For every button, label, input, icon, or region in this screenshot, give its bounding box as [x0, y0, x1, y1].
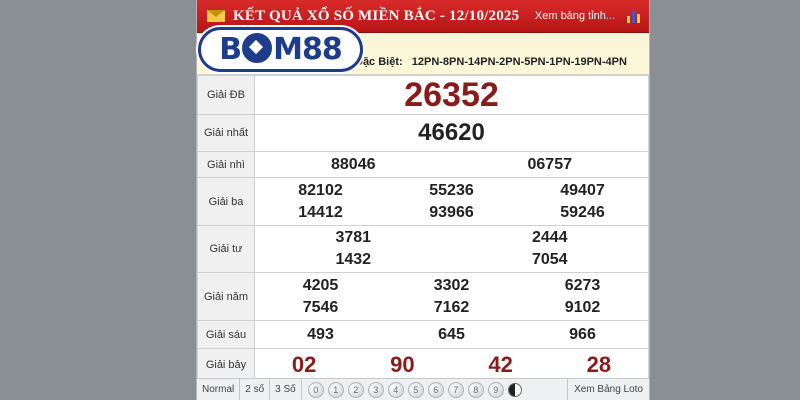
row-bay: Giải bảy 02 90 42 28: [197, 348, 649, 382]
digit-filter: 0 1 2 3 4 5 6 7 8 9: [307, 381, 522, 398]
tab-2-so[interactable]: 2 số: [240, 379, 271, 400]
prize-ba-2: 55236: [429, 181, 474, 199]
logo-text-left: B: [219, 32, 242, 67]
label-nhi: Giải nhì: [197, 151, 255, 178]
prize-db: 26352: [404, 75, 499, 114]
digit-7[interactable]: 7: [447, 381, 464, 398]
prize-tu-1: 3781: [335, 229, 372, 246]
label-sau: Giải sáu: [197, 320, 255, 349]
prize-ba-6: 59246: [560, 203, 605, 221]
prize-bay-2: 90: [390, 352, 415, 377]
special-code-label: Đặc Biệt:: [355, 56, 403, 68]
row-sau: Giải sáu 493 645 966: [197, 320, 649, 349]
footer-bar: Normal 2 số 3 Số 0 1 2 3 4 5 6 7 8 9 Xem…: [197, 378, 649, 400]
prize-sau-1: 493: [307, 325, 334, 343]
prize-ba-4: 14412: [298, 203, 343, 221]
row-nhi: Giải nhì 88046 06757: [197, 151, 649, 178]
soccer-ball-icon: [242, 32, 273, 63]
label-nhat: Giải nhất: [197, 114, 255, 152]
prize-nam-6: 9102: [564, 298, 601, 316]
label-tu: Giải tư: [197, 225, 255, 273]
chart-icon[interactable]: [627, 9, 641, 23]
label-nam: Giải năm: [197, 272, 255, 321]
prize-bay-4: 28: [586, 352, 612, 377]
prize-nam-2: 3302: [433, 276, 470, 294]
row-ba: Giải ba 82102 55236 49407 14412 93966 59…: [197, 177, 649, 226]
prize-sau-3: 966: [569, 325, 596, 343]
prize-nhat: 46620: [418, 119, 485, 146]
prize-bay-3: 42: [488, 352, 513, 377]
special-code-values: 12PN-8PN-14PN-2PN-5PN-1PN-19PN-4PN: [411, 56, 627, 68]
prize-nam-4: 7546: [302, 298, 339, 316]
prize-nam-3: 6273: [564, 276, 601, 294]
prize-bay-1: 02: [291, 352, 317, 377]
prize-nhi-2: 06757: [527, 155, 573, 173]
prize-tu-3: 1432: [335, 251, 372, 268]
prize-tu-2: 2444: [531, 229, 568, 246]
digit-8[interactable]: 8: [467, 381, 484, 398]
digit-0[interactable]: 0: [307, 381, 324, 398]
view-province-link[interactable]: Xem bảng tỉnh...: [529, 2, 621, 30]
tab-3-so[interactable]: 3 Số: [270, 379, 302, 400]
tab-normal[interactable]: Normal: [197, 379, 241, 400]
prize-ba-3: 49407: [560, 181, 605, 199]
digit-2[interactable]: 2: [347, 381, 364, 398]
yin-yang-icon[interactable]: [507, 382, 522, 397]
prize-nhi-1: 88046: [331, 155, 376, 173]
row-nam: Giải năm 4205 3302 6273 7546 7162 9102: [197, 272, 649, 321]
digit-9[interactable]: 9: [487, 381, 504, 398]
prize-tu-4: 7054: [531, 251, 568, 268]
row-db: Giải ĐB 26352: [197, 75, 649, 115]
label-bay: Giải bảy: [197, 348, 255, 382]
prize-ba-5: 93966: [429, 203, 474, 221]
digit-1[interactable]: 1: [327, 381, 344, 398]
digit-6[interactable]: 6: [427, 381, 444, 398]
digit-3[interactable]: 3: [367, 381, 384, 398]
page-title: KẾT QUẢ XỔ SỐ MIỀN BẮC - 12/10/2025: [233, 7, 520, 24]
row-tu: Giải tư 3781 2444 1432 7054: [197, 225, 649, 273]
prize-sau-2: 645: [438, 325, 465, 343]
prize-ba-1: 82102: [298, 181, 343, 199]
digit-4[interactable]: 4: [387, 381, 404, 398]
row-nhat: Giải nhất 46620: [197, 114, 649, 152]
view-loto-link[interactable]: Xem Bảng Loto: [567, 379, 649, 400]
brand-logo: B M88: [198, 27, 363, 72]
label-db: Giải ĐB: [197, 75, 255, 115]
label-ba: Giải ba: [197, 177, 255, 226]
prize-nam-5: 7162: [433, 298, 470, 316]
prize-nam-1: 4205: [302, 276, 339, 294]
digit-5[interactable]: 5: [407, 381, 424, 398]
mail-icon: [207, 10, 225, 22]
logo-text-right: M88: [273, 32, 343, 67]
special-code: Đặc Biệt: 12PN-8PN-14PN-2PN-5PN-1PN-19PN…: [355, 56, 627, 68]
results-table: Giải ĐB 26352 Giải nhất 46620 Giải nhì 8…: [197, 75, 649, 382]
